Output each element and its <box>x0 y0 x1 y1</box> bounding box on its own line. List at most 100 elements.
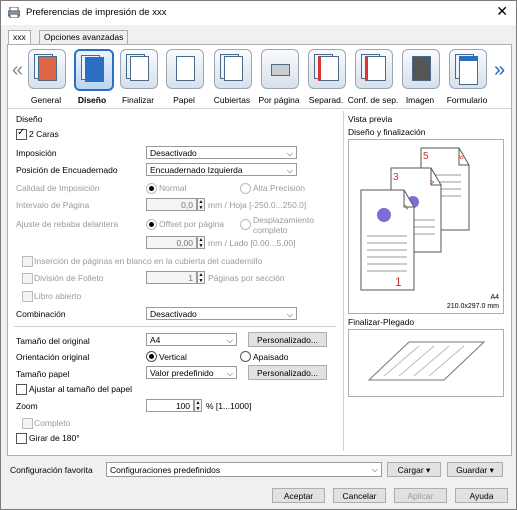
quality-normal-radio[interactable] <box>146 183 157 194</box>
imposition-label: Imposición <box>16 148 57 158</box>
split-booklet-input[interactable]: 1 <box>146 271 197 284</box>
chevron-down-icon: ⌵ <box>371 465 378 474</box>
combination-label: Combinación <box>16 309 66 319</box>
fit-to-paper-label: Ajustar al tamaño del papel <box>29 384 133 394</box>
rotate-180-label: Girar de 180° <box>29 433 80 443</box>
fold-preview-graphic <box>367 341 486 381</box>
cancel-button[interactable]: Cancelar <box>333 488 386 503</box>
apply-button[interactable]: Aplicar <box>394 488 447 503</box>
trim-offset-label: Offset por página <box>159 219 225 229</box>
two-sided-checkbox[interactable] <box>16 127 27 140</box>
tab-advanced[interactable]: Opciones avanzadas <box>39 30 129 45</box>
trim-label: Ajuste de rebaba delantera <box>16 219 119 229</box>
preview-page-1-2: 1 2 <box>360 189 415 291</box>
binding-position-select[interactable]: Encuadernado Izquierda ⌵ <box>146 163 297 176</box>
close-icon[interactable]: ✕ <box>496 3 508 20</box>
two-sided-label: 2 Caras <box>29 129 59 139</box>
general-icon[interactable] <box>28 49 66 89</box>
scroll-right-icon[interactable]: » <box>494 59 505 82</box>
insert-blank-checkbox[interactable] <box>22 256 33 267</box>
printing-preferences-window: Preferencias de impresión de xxx ✕ xxx O… <box>0 0 517 510</box>
original-size-select[interactable]: A4 ⌵ <box>146 333 237 346</box>
scroll-left-icon[interactable]: « <box>12 59 23 82</box>
orientation-landscape-radio[interactable] <box>240 351 251 362</box>
booklet-preview-graphic: 5 6 3 4 1 2 <box>360 147 470 291</box>
imposition-select[interactable]: Desactivado ⌵ <box>146 146 297 159</box>
chevron-down-icon: ⌵ <box>286 149 293 158</box>
preview-paper-size: A4 <box>490 294 499 301</box>
custom-original-size-button[interactable]: Personalizado... <box>248 332 327 347</box>
trim-input[interactable]: 0,00 <box>146 236 197 249</box>
orientation-label: Orientación original <box>16 352 90 362</box>
page-interval-unit: mm / Hoja [-250.0...250.0] <box>208 200 307 210</box>
open-book-checkbox[interactable] <box>22 291 33 302</box>
custom-paper-size-button[interactable]: Personalizado... <box>248 365 327 380</box>
favorite-settings-select[interactable]: Configuraciones predefinidos ⌵ <box>106 462 382 477</box>
insert-blank-label: Inserción de páginas en blanco en la cub… <box>34 256 263 266</box>
help-button[interactable]: Ayuda <box>455 488 508 503</box>
toolbar-label-form: Formulario <box>446 95 488 105</box>
separator-settings-icon[interactable] <box>355 49 393 89</box>
chevron-down-icon: ⌵ <box>226 336 233 345</box>
chevron-down-icon: ⌵ <box>286 310 293 319</box>
binding-position-label: Posición de Encuadernado <box>16 165 118 175</box>
trim-offset-radio[interactable] <box>146 219 157 230</box>
trim-spinner[interactable]: ▲ ▼ <box>197 236 205 249</box>
finish-icon[interactable] <box>120 49 158 89</box>
fold-preview <box>348 329 504 397</box>
split-booklet-spinner[interactable]: ▲ ▼ <box>197 271 205 284</box>
form-icon[interactable] <box>449 49 487 89</box>
trim-unit: mm / Lado [0.00...5.00] <box>208 238 296 248</box>
printer-icon <box>8 7 20 18</box>
dropdown-arrow-icon: ▾ <box>489 465 494 475</box>
orientation-vertical-label: Vertical <box>159 352 187 362</box>
quality-normal-label: Normal <box>159 183 187 193</box>
paper-size-select[interactable]: Valor predefinido ⌵ <box>146 366 237 379</box>
quality-high-radio[interactable] <box>240 183 251 194</box>
zoom-spinner[interactable]: ▲ ▼ <box>194 399 202 412</box>
page-interval-input[interactable]: 0,0 <box>146 198 197 211</box>
open-book-label: Libro abierto <box>34 291 82 301</box>
paper-icon[interactable] <box>166 49 204 89</box>
chevron-down-icon: ⌵ <box>226 369 233 378</box>
separators-icon[interactable] <box>308 49 346 89</box>
page-interval-spinner[interactable]: ▲ ▼ <box>197 198 205 211</box>
tab-content: « » General Diseño Finalizar Papel Cubie… <box>7 44 512 456</box>
zoom-label: Zoom <box>16 401 38 411</box>
covers-icon[interactable] <box>214 49 252 89</box>
fit-to-paper-checkbox[interactable] <box>16 384 27 395</box>
window-title: Preferencias de impresión de xxx <box>26 7 167 18</box>
ok-button[interactable]: Aceptar <box>272 488 325 503</box>
imposition-quality-label: Calidad de Imposición <box>16 183 100 193</box>
trim-shift-label: Desplazamiento completo <box>253 215 314 235</box>
page-number-5: 5 <box>423 151 429 162</box>
page-number-1: 1 <box>395 275 402 289</box>
zoom-input[interactable]: 100 <box>146 399 194 412</box>
original-size-label: Tamaño del original <box>16 336 90 346</box>
chevron-down-icon: ⌵ <box>286 166 293 175</box>
paper-size-label: Tamaño papel <box>16 369 70 379</box>
per-page-icon[interactable] <box>261 49 299 89</box>
layout-preview: 5 6 3 4 1 2 A4 210.0x297.0 mm <box>348 139 504 314</box>
zoom-unit: % [1...1000] <box>206 401 252 411</box>
image-icon[interactable] <box>402 49 440 89</box>
favorite-settings-label: Configuración favorita <box>10 465 93 475</box>
section-title-layout: Diseño <box>16 114 43 124</box>
combination-select[interactable]: Desactivado ⌵ <box>146 307 297 320</box>
dropdown-arrow-icon: ▾ <box>426 465 431 475</box>
split-booklet-checkbox[interactable] <box>22 273 33 284</box>
feature-toolbar: « » General Diseño Finalizar Papel Cubie… <box>8 45 511 107</box>
orientation-landscape-label: Apaisado <box>253 352 289 362</box>
orientation-vertical-radio[interactable] <box>146 351 157 362</box>
rotate-180-checkbox[interactable] <box>16 433 27 444</box>
page-interval-label: Intervalo de Página <box>16 200 90 210</box>
save-button[interactable]: Guardar ▾ <box>447 462 503 477</box>
load-button[interactable]: Cargar ▾ <box>387 462 441 477</box>
split-booklet-unit: Páginas por sección <box>208 273 285 283</box>
quality-high-label: Alta Precisión <box>253 183 305 193</box>
complete-checkbox[interactable] <box>22 418 33 429</box>
trim-shift-radio[interactable] <box>240 219 251 230</box>
layout-icon[interactable] <box>74 49 114 91</box>
preview-title: Vista previa <box>348 114 393 124</box>
preview-design-label: Diseño y finalización <box>348 127 426 137</box>
